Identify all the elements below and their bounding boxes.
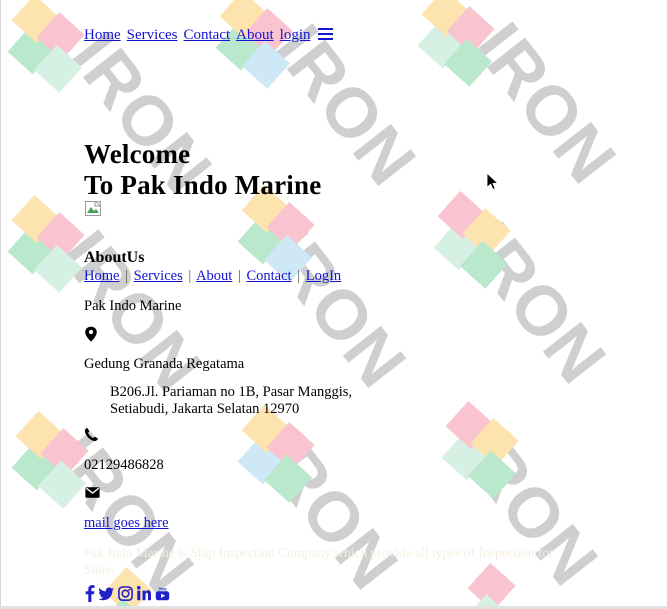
hero-line-2: To Pak Indo Marine xyxy=(84,170,322,201)
envelope-icon xyxy=(85,486,100,499)
link-separator: | xyxy=(237,268,241,284)
address-line-2: B206.Jl. Pariaman no 1B, Pasar Manggis, … xyxy=(110,384,353,417)
company-name: Pak Indo Marine xyxy=(84,298,182,314)
linkedin-icon[interactable] xyxy=(137,585,151,602)
nav-services[interactable]: Services xyxy=(127,27,178,43)
mail-link[interactable]: mail goes here xyxy=(84,515,169,531)
address-line-1: Gedung Granada Regatama xyxy=(84,356,245,372)
facebook-icon[interactable] xyxy=(84,585,95,602)
phone-icon xyxy=(84,427,99,442)
nav-about[interactable]: About xyxy=(236,27,274,43)
instagram-icon[interactable] xyxy=(118,585,133,602)
top-navigation: Home Services Contact About login xyxy=(84,26,333,44)
phone-number: 02129486828 xyxy=(84,457,164,473)
link-separator: | xyxy=(125,268,128,284)
footer-link-login[interactable]: LogIn xyxy=(306,268,341,284)
footer-link-services[interactable]: Services xyxy=(134,268,183,284)
page-title: Welcome To Pak Indo Marine xyxy=(84,139,321,201)
youtube-icon[interactable]: You xyxy=(155,585,170,602)
nav-contact[interactable]: Contact xyxy=(184,27,231,43)
nav-home[interactable]: Home xyxy=(84,27,121,43)
link-separator: | xyxy=(188,268,192,284)
link-separator: | xyxy=(297,268,301,284)
footer-link-contact[interactable]: Contact xyxy=(246,268,291,284)
footer-link-home[interactable]: Home xyxy=(84,268,119,284)
tagline-text: Pak Indo Marine is Ship Inspection Compa… xyxy=(84,545,554,577)
aboutus-heading: AboutUs xyxy=(84,249,145,267)
hamburger-menu-icon[interactable] xyxy=(317,28,333,41)
footer-link-about[interactable]: About xyxy=(196,268,232,284)
svg-text:You: You xyxy=(158,587,167,592)
hero-line-1: Welcome xyxy=(84,139,191,170)
broken-image-icon xyxy=(85,200,103,218)
social-links: You xyxy=(84,585,170,602)
footer-navigation: Home | Services | About | Contact | LogI… xyxy=(84,268,341,285)
nav-login[interactable]: login xyxy=(280,27,311,43)
mail-link-wrapper: mail goes here xyxy=(84,515,169,532)
twitter-icon[interactable] xyxy=(99,585,114,602)
map-pin-icon xyxy=(84,326,98,342)
